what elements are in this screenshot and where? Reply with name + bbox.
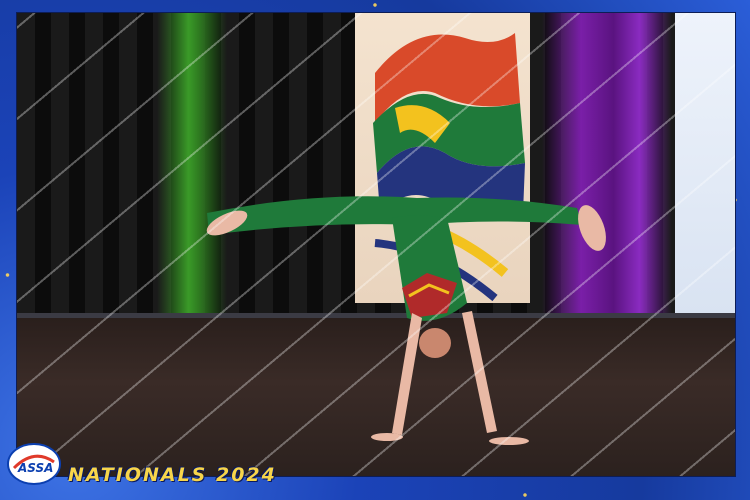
photo-frame: ASSA NATIONALS 2024 xyxy=(0,0,750,500)
event-photo xyxy=(16,12,736,477)
assa-logo: ASSA xyxy=(7,443,61,485)
logo-text: ASSA xyxy=(17,461,53,475)
event-caption: NATIONALS 2024 xyxy=(68,464,277,486)
gymnast-figure xyxy=(206,196,606,445)
